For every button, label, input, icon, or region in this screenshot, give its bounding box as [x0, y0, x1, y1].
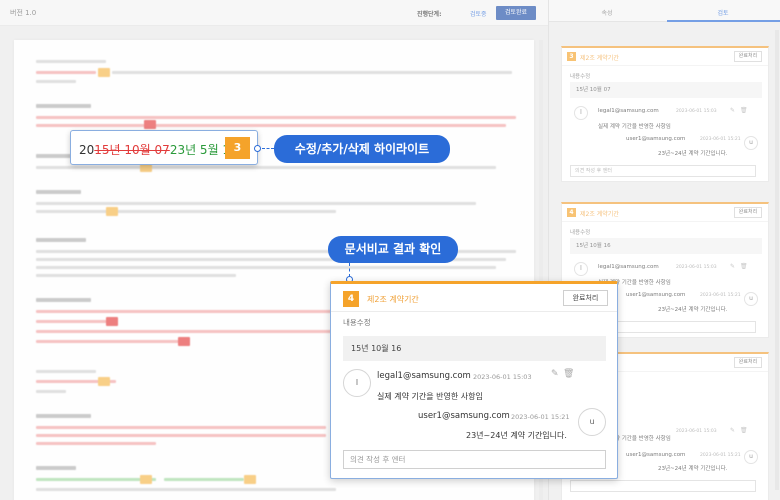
comment-text: 23년~24년 계약 기간입니다. — [466, 431, 567, 440]
card-divider — [331, 311, 617, 312]
deleted-text: 15년 10월 07 — [94, 143, 170, 157]
feature-label-highlight: 수정/추가/삭제 하이라이트 — [274, 135, 450, 163]
comment-text: 실제 계약 기간을 반영한 사항임 — [377, 392, 483, 401]
inserted-text: 23년 5월 1 — [169, 143, 231, 157]
comment-card-zoomed: 4 제2조 계약기간 완료처리 내용수정 15년 10월 16 l legal1… — [330, 281, 618, 479]
change-type-label: 내용수정 — [343, 318, 371, 327]
card-number-badge: 4 — [343, 291, 359, 307]
unchanged-text: 20 — [79, 143, 95, 157]
connector-line — [349, 263, 350, 277]
resolve-button[interactable]: 완료처리 — [563, 290, 608, 306]
comment-input[interactable]: 의견 작성 후 엔터 — [343, 450, 606, 469]
connector-dot — [254, 145, 261, 152]
highlighted-date-text: 2015년 10월 0723년 5월 1 — [79, 141, 230, 158]
change-number-badge[interactable]: 3 — [225, 137, 250, 159]
comment-author: legal1@samsung.com — [377, 371, 471, 381]
feature-label-compare: 문서비교 결과 확인 — [328, 236, 458, 263]
connector-line — [262, 148, 274, 149]
comment-date: 2023-06-01 15:03 — [473, 373, 532, 381]
card-title: 제2조 계약기간 — [367, 295, 419, 304]
changed-text-quote: 15년 10월 16 — [343, 336, 606, 361]
comment-date: 2023-06-01 15:21 — [511, 413, 570, 421]
trash-icon[interactable]: 🗑 — [563, 369, 574, 379]
highlight-magnifier: 2015년 10월 0723년 5월 1 3 — [70, 130, 258, 165]
avatar: u — [578, 408, 606, 436]
edit-icon[interactable]: ✎ — [551, 369, 559, 379]
avatar: l — [343, 369, 371, 397]
comment-author: user1@samsung.com — [418, 411, 510, 421]
